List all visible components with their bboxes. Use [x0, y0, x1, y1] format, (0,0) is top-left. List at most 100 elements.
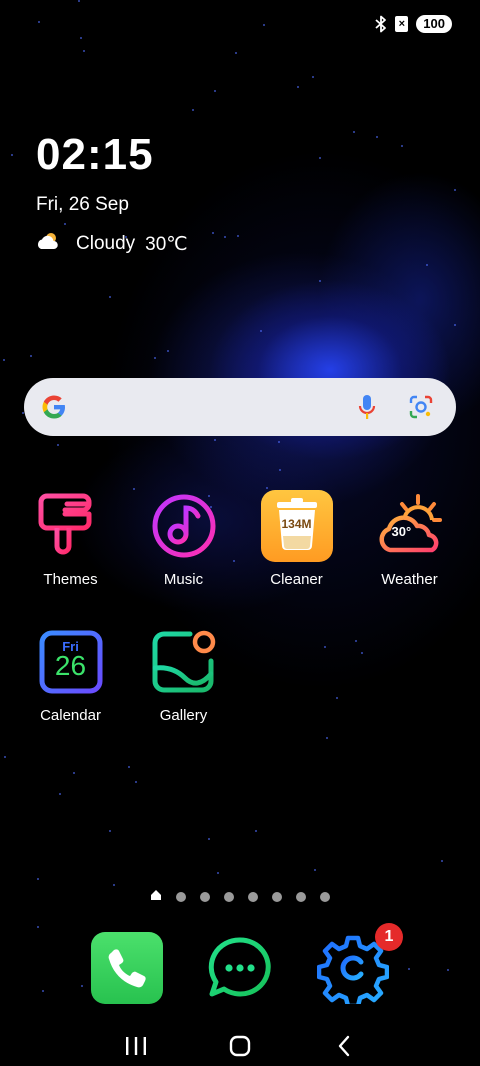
- wallpaper-star: [113, 884, 115, 886]
- no-sim-icon: [395, 16, 409, 32]
- phone-icon: [91, 932, 163, 1004]
- wallpaper-star: [208, 838, 210, 840]
- messages-icon: [208, 937, 271, 997]
- google-search-bar[interactable]: [24, 378, 456, 436]
- cleaner-icon-text: 134M: [281, 517, 312, 531]
- wallpaper-star: [326, 737, 328, 739]
- wallpaper-star: [454, 189, 456, 191]
- wallpaper-star: [408, 968, 410, 970]
- app-label: Themes: [43, 571, 98, 588]
- calendar-icon-date: 26: [54, 650, 87, 681]
- wallpaper-star: [3, 359, 5, 361]
- wallpaper-star: [297, 86, 299, 88]
- page-dot[interactable]: [296, 892, 306, 902]
- wallpaper-star: [81, 985, 83, 987]
- wallpaper-star: [214, 439, 216, 441]
- wallpaper-star: [235, 52, 237, 54]
- weather-summary[interactable]: Cloudy 30℃: [36, 231, 188, 257]
- wallpaper-star: [128, 766, 130, 768]
- page-dot[interactable]: [200, 892, 210, 902]
- wallpaper-star: [314, 869, 316, 871]
- google-g-icon: [40, 393, 68, 426]
- wallpaper-star: [319, 157, 321, 159]
- bluetooth-icon: [375, 15, 387, 33]
- gallery-icon: [148, 626, 220, 698]
- app-calendar[interactable]: Fri 26 Calendar: [14, 626, 127, 724]
- wallpaper-star: [59, 793, 61, 795]
- dock-settings[interactable]: 1: [316, 923, 403, 1009]
- app-label: Cleaner: [270, 571, 323, 588]
- wallpaper-star: [37, 926, 39, 928]
- app-label: Weather: [381, 571, 438, 588]
- page-dot[interactable]: [320, 892, 330, 902]
- page-dot[interactable]: [272, 892, 282, 902]
- page-dot[interactable]: [176, 892, 186, 902]
- wallpaper-star: [78, 0, 80, 2]
- wallpaper-star: [30, 355, 32, 357]
- wallpaper-star: [401, 145, 403, 147]
- wallpaper-star: [336, 697, 338, 699]
- weather-icon: 30°: [374, 490, 446, 562]
- app-music[interactable]: Music: [127, 490, 240, 588]
- page-indicator[interactable]: [0, 888, 480, 906]
- wallpaper-star: [361, 652, 363, 654]
- home-page-icon[interactable]: [150, 888, 162, 906]
- wallpaper-star: [266, 487, 268, 489]
- cleaner-icon: 134M: [260, 490, 333, 562]
- wallpaper-star: [255, 830, 257, 832]
- page-dot[interactable]: [248, 892, 258, 902]
- wallpaper-star: [57, 444, 59, 446]
- back-icon: [338, 1035, 350, 1057]
- wallpaper-star: [37, 878, 39, 880]
- wallpaper-star: [135, 781, 137, 783]
- wallpaper-star: [263, 24, 265, 26]
- back-button[interactable]: [314, 1026, 374, 1066]
- navigation-bar: [0, 1018, 480, 1066]
- recents-icon: [126, 1037, 146, 1055]
- wallpaper-star: [355, 640, 357, 642]
- wallpaper-star: [64, 223, 66, 225]
- app-label: Calendar: [40, 707, 101, 724]
- music-icon: [148, 490, 220, 562]
- wallpaper-star: [454, 324, 456, 326]
- wallpaper-star: [447, 969, 449, 971]
- wallpaper-star: [278, 441, 280, 443]
- cloudy-icon: [36, 231, 62, 257]
- wallpaper-star: [324, 646, 326, 648]
- wallpaper-star: [353, 131, 355, 133]
- app-gallery[interactable]: Gallery: [127, 626, 240, 724]
- wallpaper-star: [73, 772, 75, 774]
- recent-apps-button[interactable]: [106, 1026, 166, 1066]
- wallpaper-star: [192, 109, 194, 111]
- dock-phone[interactable]: [91, 932, 163, 1004]
- wallpaper-star: [214, 90, 216, 92]
- wallpaper-star: [217, 872, 219, 874]
- lens-icon[interactable]: [408, 394, 434, 425]
- app-cleaner[interactable]: 134M Cleaner: [240, 490, 353, 588]
- dock-messages[interactable]: [204, 932, 276, 1004]
- wallpaper-star: [224, 236, 226, 238]
- wallpaper-star: [319, 280, 321, 282]
- wallpaper-star: [237, 235, 239, 237]
- page-dot[interactable]: [224, 892, 234, 902]
- microphone-icon[interactable]: [358, 394, 376, 426]
- wallpaper-star: [38, 21, 40, 23]
- wallpaper-star: [80, 37, 82, 39]
- notification-badge: 1: [375, 923, 403, 951]
- wallpaper-star: [154, 357, 156, 359]
- wallpaper-star: [312, 76, 314, 78]
- wallpaper-star: [42, 990, 44, 992]
- battery-indicator: 100: [416, 15, 452, 33]
- clock-time[interactable]: 02:15: [36, 130, 154, 180]
- app-themes[interactable]: Themes: [14, 490, 127, 588]
- home-button[interactable]: [210, 1026, 270, 1066]
- wallpaper-star: [167, 350, 169, 352]
- wallpaper-star: [426, 264, 428, 266]
- wallpaper-star: [260, 330, 262, 332]
- app-label: Music: [163, 571, 204, 588]
- weather-icon-text: 30°: [391, 524, 412, 539]
- app-weather[interactable]: 30° Weather: [353, 490, 466, 588]
- clock-date[interactable]: Fri, 26 Sep: [36, 194, 129, 216]
- wallpaper-star: [109, 296, 111, 298]
- themes-icon: [35, 490, 107, 562]
